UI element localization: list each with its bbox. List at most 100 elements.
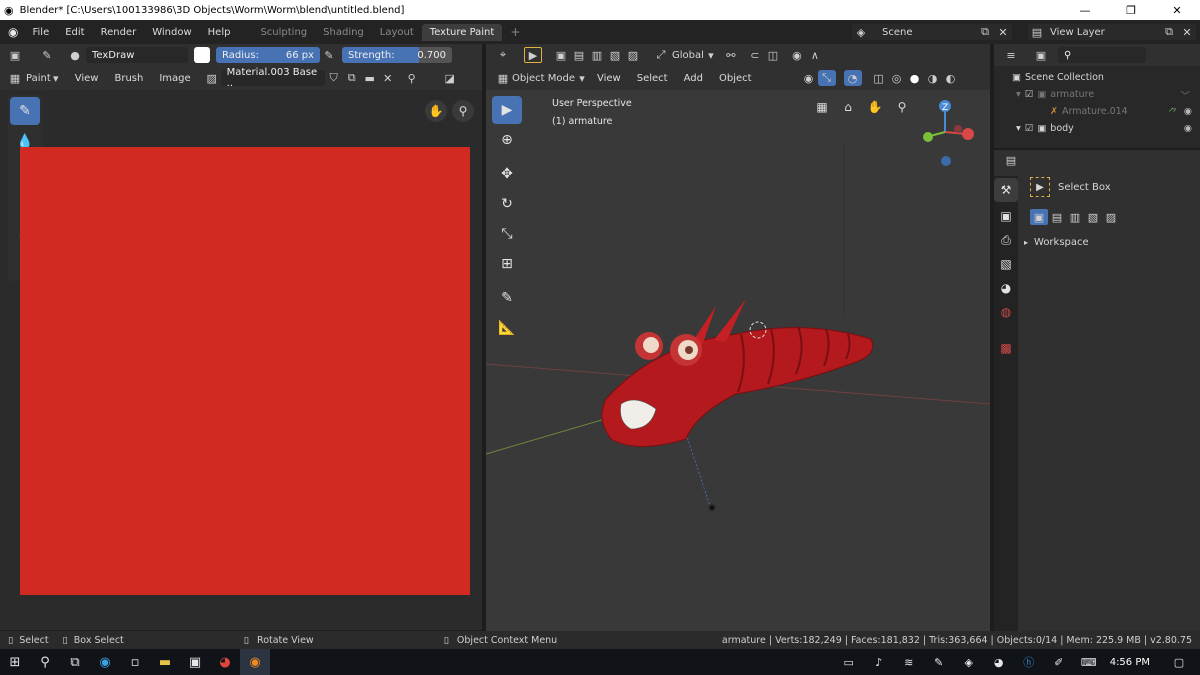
cursor-tool-icon[interactable]: ⊕ [492,126,522,154]
menu-file[interactable]: File [24,27,57,38]
menu-brush[interactable]: Brush [106,73,151,84]
menu-edit[interactable]: Edit [57,27,92,38]
tab-shading[interactable]: Shading [315,24,372,41]
scale-tool-icon[interactable]: ⤡ [492,220,522,248]
new-image-icon[interactable]: ⧉ [343,70,361,86]
select-mode-extend-icon[interactable]: ▤ [1048,209,1066,225]
rendered-shading-icon[interactable]: ◐ [942,70,960,86]
wireframe-shading-icon[interactable]: ◎ [888,70,906,86]
hp-icon[interactable]: ⓗ [1014,649,1044,675]
new-view-layer-icon[interactable]: ⧉ [1160,24,1178,40]
strength-field[interactable]: Strength: 0.700 [342,47,452,63]
menu-view-3d[interactable]: View [589,73,629,84]
menu-render[interactable]: Render [93,27,145,38]
minimize-button[interactable]: — [1062,4,1108,17]
photos-icon[interactable]: ▣ [180,649,210,675]
menu-image[interactable]: Image [151,73,198,84]
select-mode-extend-icon[interactable]: ▤ [570,47,588,63]
select-mode-new-icon[interactable]: ▣ [1030,209,1048,225]
measure-tool-icon[interactable]: 📐 [492,314,522,342]
expand-icon[interactable]: ▾ [1016,89,1021,100]
tab-sculpting[interactable]: Sculpting [252,24,315,41]
eye-icon[interactable]: ◉ [1184,123,1192,134]
editor-type-icon[interactable]: ▣ [6,47,24,63]
close-button[interactable]: ✕ [1154,4,1200,17]
menu-select[interactable]: Select [629,73,676,84]
select-tool-icon[interactable]: ▶ [524,47,542,63]
file-explorer-icon[interactable]: ▬ [150,649,180,675]
camera-view-icon[interactable]: ⌂ [838,100,858,120]
rotate-tool-icon[interactable]: ↻ [492,190,522,218]
pan-view-icon[interactable]: ✋ [865,100,885,120]
zoom-view-icon[interactable]: ⚲ [452,100,474,122]
checkbox-icon[interactable]: ☑ [1025,89,1034,100]
delete-view-layer-icon[interactable]: ✕ [1178,24,1196,40]
view-layer-tab-icon[interactable]: ▧ [994,252,1018,276]
render-tab-icon[interactable]: ▣ [994,204,1018,228]
chrome-icon[interactable]: ◕ [210,649,240,675]
wifi-icon[interactable]: ≋ [894,649,924,675]
select-box-tool-icon[interactable]: ▶ [492,96,522,124]
annotate-tool-icon[interactable]: ✎ [492,284,522,312]
select-mode-subtract-icon[interactable]: ▥ [1066,209,1084,225]
proportional-edit-icon[interactable]: ◉ [788,47,806,63]
delete-scene-icon[interactable]: ✕ [994,24,1012,40]
blender-taskbar-icon[interactable]: ◉ [240,649,270,675]
select-mode-intersect-icon[interactable]: ▨ [624,47,642,63]
brush-name-field[interactable]: TexDraw [86,47,188,63]
battery-icon[interactable]: ▭ [834,649,864,675]
output-tab-icon[interactable]: ⎙ [994,228,1018,252]
fake-user-icon[interactable]: ⛉ [325,70,343,86]
outliner-row[interactable]: ▾ ☑ ▣ armature ﹀ [994,86,1200,103]
menu-object[interactable]: Object [711,73,760,84]
snap-target-icon[interactable]: ◫ [764,47,782,63]
expand-icon[interactable]: ▾ [1016,123,1021,134]
maximize-button[interactable]: ❐ [1108,4,1154,17]
outliner-row[interactable]: ▾ ☑ ▣ body ◉ [994,120,1200,137]
draw-tool-icon[interactable]: ✎ [10,97,40,125]
display-channels-icon[interactable]: ◪ [441,70,459,86]
scene-tab-icon[interactable]: ◕ [994,276,1018,300]
keyboard-icon[interactable]: ⌨ [1074,649,1104,675]
scene-collection-row[interactable]: ▣ Scene Collection [994,68,1200,86]
workspace-panel-header[interactable]: ▸ Workspace [1024,232,1196,252]
dropbox-icon[interactable]: ◈ [954,649,984,675]
world-tab-icon[interactable]: ◍ [994,300,1018,324]
eye-icon[interactable]: ◉ [1184,106,1192,117]
paint-mode-dropdown[interactable]: Paint [26,73,51,84]
navigation-gizmo[interactable]: Z [912,96,980,168]
move-tool-icon[interactable]: ✥ [492,160,522,188]
select-mode-subtract-icon[interactable]: ▥ [588,47,606,63]
select-mode-invert-icon[interactable]: ▧ [606,47,624,63]
app-icon[interactable]: ▫ [120,649,150,675]
brush-browse-icon[interactable]: ● [66,47,84,63]
view-layer-selector[interactable]: ▤ View Layer ⧉ ✕ [1028,24,1196,40]
pin-icon[interactable]: ⚲ [403,70,421,86]
pen-tray-icon[interactable]: ✐ [1044,649,1074,675]
notification-icon[interactable]: ▢ [1164,649,1194,675]
search-icon[interactable]: ⚲ [30,649,60,675]
windows-start-icon[interactable]: ⊞ [0,649,30,675]
scene-selector[interactable]: ◈ Scene ⧉ ✕ [852,24,1012,40]
display-mode-icon[interactable]: ▣ [1032,47,1050,63]
visibility-icon[interactable]: ◉ [800,70,818,86]
image-name-field[interactable]: Material.003 Base .. [220,67,325,89]
tab-layout[interactable]: Layout [372,24,422,41]
snap-icon[interactable]: ⊂ [746,47,764,63]
solid-shading-icon[interactable]: ● [906,70,924,86]
texture-canvas[interactable] [20,147,470,595]
xray-toggle-icon[interactable]: ◫ [870,70,888,86]
edge-icon[interactable]: ◉ [90,649,120,675]
texture-tab-icon[interactable]: ▩ [994,336,1018,360]
pivot-point-icon[interactable]: ⚯ [722,47,740,63]
tab-texture-paint[interactable]: Texture Paint [421,23,503,41]
new-scene-icon[interactable]: ⧉ [976,24,994,40]
volume-icon[interactable]: ♪ [864,649,894,675]
editor-type-icon[interactable]: ⌖ [494,47,512,63]
gizmo-toggle-icon[interactable]: ⤡ [817,70,836,86]
falloff-icon[interactable]: ∧ [806,47,824,63]
transform-orientation-dropdown[interactable]: Global [672,50,704,61]
overlay-toggle-icon[interactable]: ◔ [843,70,862,86]
menu-view[interactable]: View [67,73,107,84]
transform-tool-icon[interactable]: ⊞ [492,250,522,278]
